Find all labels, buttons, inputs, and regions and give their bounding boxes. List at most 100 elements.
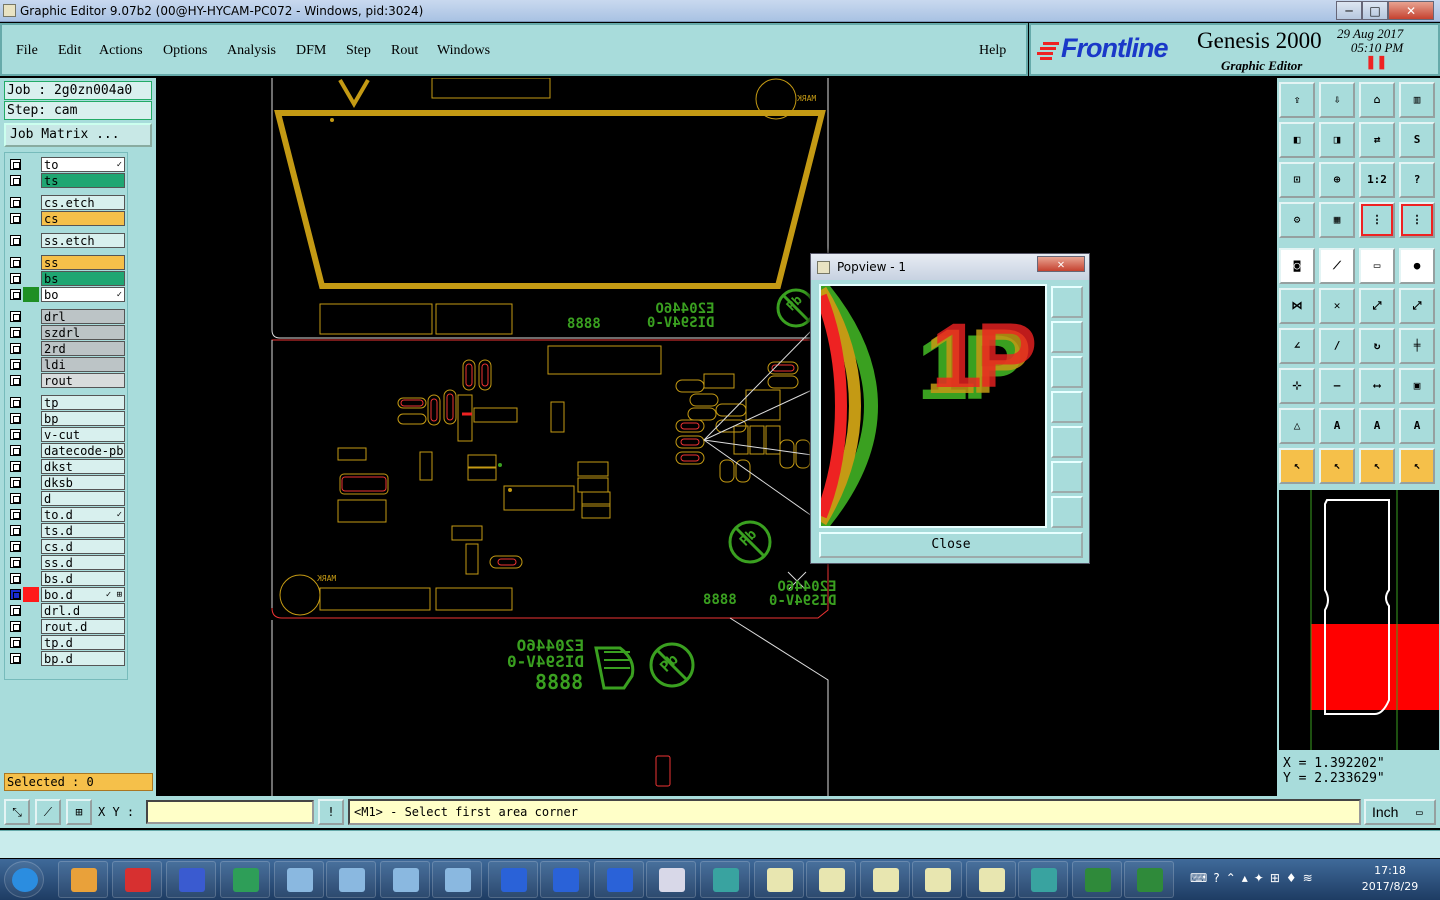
cross-icon[interactable]: ✕ <box>1319 288 1355 324</box>
layer-checkbox[interactable] <box>10 605 21 616</box>
taskbar-x-icon[interactable] <box>966 861 1016 898</box>
layer-row-drl-d[interactable]: drl.d <box>7 603 125 618</box>
menu-windows[interactable]: Windows <box>437 43 490 59</box>
layer-checkbox[interactable] <box>10 493 21 504</box>
split-icon[interactable]: ▥ <box>1399 82 1435 118</box>
layer-name[interactable]: cs.d <box>41 539 125 554</box>
layer-checkbox[interactable] <box>10 273 21 284</box>
layer-row-ts[interactable]: ts <box>7 173 125 188</box>
layer-checkbox[interactable] <box>10 213 21 224</box>
ruler-icon[interactable]: ▭ <box>1359 248 1395 284</box>
layer-checkbox[interactable] <box>10 445 21 456</box>
layer-name[interactable]: bo.d ✓ ⊞ <box>41 587 125 602</box>
layer-name[interactable]: 2rd <box>41 341 125 356</box>
layer-checkbox[interactable] <box>10 197 21 208</box>
layer-checkbox[interactable] <box>10 343 21 354</box>
layer-checkbox[interactable] <box>10 637 21 648</box>
layer-checkbox[interactable] <box>10 397 21 408</box>
layer-row-v-cut[interactable]: v-cut <box>7 427 125 442</box>
layer-name[interactable]: rout.d <box>41 619 125 634</box>
layer-name[interactable]: ldi <box>41 357 125 372</box>
tri2-icon[interactable]: A <box>1319 408 1355 444</box>
layer-name[interactable]: cs <box>41 211 125 226</box>
layer-checkbox[interactable] <box>10 175 21 186</box>
layer-checkbox[interactable] <box>10 159 21 170</box>
layer-row-bp[interactable]: bp <box>7 411 125 426</box>
layer-row-rout[interactable]: rout <box>7 373 125 388</box>
layer-name[interactable]: ss.etch <box>41 233 125 248</box>
resize-icon[interactable]: ⟷ <box>1359 368 1395 404</box>
measure-icon[interactable]: ⟋ <box>35 799 61 825</box>
layer-row-bo-d[interactable]: bo.d ✓ ⊞ <box>7 587 125 602</box>
house-icon[interactable]: ⌂ <box>1359 82 1395 118</box>
home-icon[interactable]: ⇪ <box>1279 82 1315 118</box>
layer-checkbox[interactable] <box>10 589 21 600</box>
layer-checkbox[interactable] <box>10 621 21 632</box>
layer-checkbox[interactable] <box>10 573 21 584</box>
layer-checkbox[interactable] <box>10 311 21 322</box>
layer-name[interactable]: bp <box>41 411 125 426</box>
s-icon[interactable]: S <box>1399 122 1435 158</box>
close-button[interactable]: ✕ <box>1388 1 1434 20</box>
ratio-icon[interactable]: 1:2 <box>1359 162 1395 198</box>
layer-row-bp-d[interactable]: bp.d <box>7 651 125 666</box>
layer-row-bo[interactable]: bo ✓ <box>7 287 125 302</box>
layer-checkbox[interactable] <box>10 557 21 568</box>
layer-name[interactable]: tp.d <box>41 635 125 650</box>
popview-zoom-window-button[interactable] <box>1051 286 1083 318</box>
layer-checkbox[interactable] <box>10 359 21 370</box>
taskbar-frontline-icon[interactable] <box>594 861 644 898</box>
taskbar-frontline-icon[interactable] <box>540 861 590 898</box>
layer-checkbox[interactable] <box>10 289 21 300</box>
popview-preview[interactable]: 1P 1P 1P <box>819 284 1047 528</box>
menu-edit[interactable]: Edit <box>58 43 81 59</box>
node-icon[interactable]: ⋈ <box>1279 288 1315 324</box>
align-icon[interactable]: ╪ <box>1399 328 1435 364</box>
layer-list[interactable]: to ✓ ts cs.etch cs ss.etch ss bs bo ✓ drl szdrl 2rd l… <box>4 152 128 680</box>
layer-row-bs[interactable]: bs <box>7 271 125 286</box>
popview-pan-down-button[interactable] <box>1051 356 1083 388</box>
layer-row-ss-d[interactable]: ss.d <box>7 555 125 570</box>
taskbar-win-icon[interactable] <box>274 861 324 898</box>
layer-name[interactable]: cs.etch <box>41 195 125 210</box>
pointer3-icon[interactable]: ↖ <box>1359 448 1395 484</box>
layer-name[interactable]: dksb <box>41 475 125 490</box>
layer-name[interactable]: to ✓ <box>41 157 125 172</box>
layer-name[interactable]: v-cut <box>41 427 125 442</box>
layer-name[interactable]: ts <box>41 173 125 188</box>
taskbar-x-icon[interactable] <box>806 861 856 898</box>
layer-name[interactable]: bs <box>41 271 125 286</box>
minimize-button[interactable]: ─ <box>1336 1 1362 20</box>
taskbar-eye-icon[interactable] <box>700 861 750 898</box>
popview-pan-right-button[interactable] <box>1051 426 1083 458</box>
minimap[interactable] <box>1279 490 1439 750</box>
popview-close-button[interactable]: Close <box>819 532 1083 558</box>
menu-actions[interactable]: Actions <box>99 43 143 59</box>
pad-icon[interactable]: ◙ <box>1279 248 1315 284</box>
taskbar-frontline-icon[interactable] <box>488 861 538 898</box>
layer-row-ts-d[interactable]: ts.d <box>7 523 125 538</box>
taskbar-x-icon[interactable] <box>912 861 962 898</box>
route-icon[interactable]: ⤢ <box>1359 288 1395 324</box>
layer-checkbox[interactable] <box>10 477 21 488</box>
layer-name[interactable]: ss.d <box>41 555 125 570</box>
grid-icon[interactable]: ⊞ <box>66 799 92 825</box>
layer-name[interactable]: d <box>41 491 125 506</box>
layer-checkbox[interactable] <box>10 327 21 338</box>
pointer4-icon[interactable]: ↖ <box>1399 448 1435 484</box>
layer-name[interactable]: bo ✓ <box>41 287 125 302</box>
help-icon[interactable]: ? <box>1399 162 1435 198</box>
slash-icon[interactable]: / <box>1319 328 1355 364</box>
layer-checkbox[interactable] <box>10 509 21 520</box>
layer-row-cs[interactable]: cs <box>7 211 125 226</box>
start-button[interactable] <box>4 861 44 898</box>
layer-checkbox[interactable] <box>10 525 21 536</box>
minus-icon[interactable]: — <box>1319 368 1355 404</box>
layer-name[interactable]: drl.d <box>41 603 125 618</box>
layer-row-drl[interactable]: drl <box>7 309 125 324</box>
layer-row-bs-d[interactable]: bs.d <box>7 571 125 586</box>
tri-icon[interactable]: △ <box>1279 408 1315 444</box>
layer-row-tp[interactable]: tp <box>7 395 125 410</box>
warning-button[interactable]: ! <box>318 799 344 825</box>
group-icon[interactable]: ▣ <box>1399 368 1435 404</box>
